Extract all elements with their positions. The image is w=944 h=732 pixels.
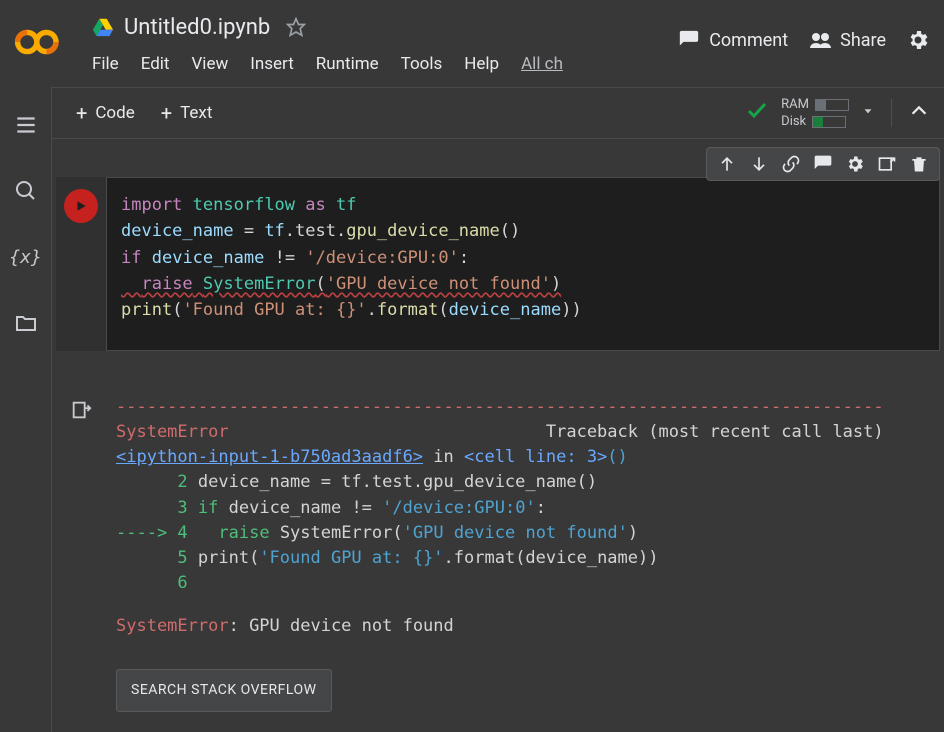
cell-output: ----------------------------------------…: [56, 391, 940, 712]
divider: [891, 99, 892, 127]
notebook-filename[interactable]: Untitled0.ipynb: [124, 15, 270, 40]
traceback-label: Traceback (most recent call last): [546, 422, 884, 442]
traceback-separator: ----------------------------------------…: [116, 395, 940, 420]
add-text-button[interactable]: + Text: [161, 103, 213, 123]
error-name: SystemError: [116, 422, 229, 442]
add-code-button[interactable]: + Code: [76, 103, 135, 123]
gear-icon: [906, 28, 930, 52]
add-text-label: Text: [180, 103, 212, 123]
share-button[interactable]: Share: [808, 28, 886, 52]
disk-label: Disk: [781, 114, 806, 129]
link-icon[interactable]: [779, 152, 803, 176]
connection-check-icon: [745, 98, 769, 128]
plus-icon: +: [161, 103, 172, 123]
menu-help[interactable]: Help: [464, 54, 499, 74]
run-button[interactable]: [64, 189, 98, 223]
left-rail: {x}: [0, 87, 52, 732]
resource-menu-caret[interactable]: [861, 104, 875, 122]
comment-icon: [677, 28, 701, 52]
mirror-icon[interactable]: [875, 152, 899, 176]
colab-logo[interactable]: [14, 18, 62, 66]
cell-action-bar: [706, 147, 940, 181]
settings-button[interactable]: [906, 28, 930, 52]
menu-tools[interactable]: Tools: [401, 54, 443, 74]
menu-all-changes-link[interactable]: All ch: [521, 54, 563, 74]
move-up-icon[interactable]: [715, 152, 739, 176]
toolbar: + Code + Text RAM Disk: [52, 87, 944, 139]
cell-settings-icon[interactable]: [843, 152, 867, 176]
share-icon: [808, 28, 832, 52]
delete-icon[interactable]: [907, 152, 931, 176]
menu-view[interactable]: View: [191, 54, 228, 74]
comment-button[interactable]: Comment: [677, 28, 788, 52]
resource-indicator[interactable]: RAM Disk: [781, 97, 849, 129]
cell-comment-icon[interactable]: [811, 152, 835, 176]
code-cell: import tensorflow as tf device_name = tf…: [56, 177, 940, 351]
output-collapse-icon[interactable]: [70, 399, 92, 425]
add-code-label: Code: [95, 103, 134, 123]
collapse-icon[interactable]: [908, 100, 930, 126]
traceback-link[interactable]: <ipython-input-1-b750ad3aadf6>: [116, 447, 423, 467]
disk-bar: [812, 116, 846, 128]
share-label: Share: [840, 30, 886, 51]
code-editor[interactable]: import tensorflow as tf device_name = tf…: [106, 177, 940, 351]
menu-runtime[interactable]: Runtime: [316, 54, 379, 74]
menu-edit[interactable]: Edit: [141, 54, 170, 74]
variables-icon[interactable]: {x}: [12, 243, 40, 271]
search-icon[interactable]: [12, 177, 40, 205]
star-icon[interactable]: [286, 17, 306, 37]
table-of-contents-icon[interactable]: [12, 111, 40, 139]
menu-insert[interactable]: Insert: [250, 54, 294, 74]
files-icon[interactable]: [12, 309, 40, 337]
final-error-msg: : GPU device not found: [229, 616, 454, 636]
menu-file[interactable]: File: [92, 54, 119, 74]
drive-icon: [92, 16, 114, 38]
ram-bar: [815, 99, 849, 111]
final-error-name: SystemError: [116, 616, 229, 636]
search-stack-overflow-button[interactable]: SEARCH STACK OVERFLOW: [116, 669, 332, 712]
move-down-icon[interactable]: [747, 152, 771, 176]
comment-label: Comment: [709, 30, 788, 51]
plus-icon: +: [76, 103, 87, 123]
ram-label: RAM: [781, 97, 809, 112]
